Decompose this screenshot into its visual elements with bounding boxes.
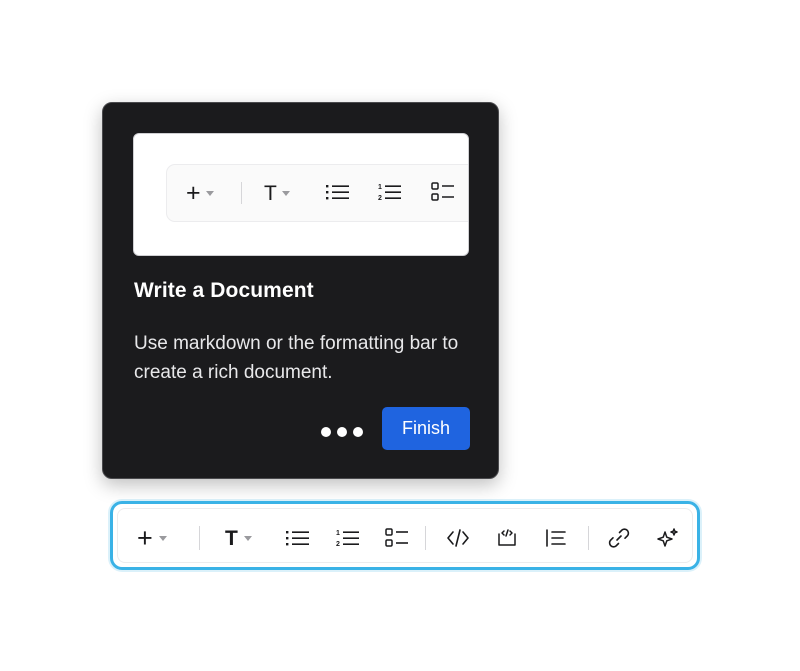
- chevron-down-icon: [158, 535, 167, 541]
- checklist-icon: [385, 528, 408, 547]
- code-block-button[interactable]: [495, 527, 519, 549]
- preview-divider: [241, 182, 242, 204]
- blockquote-icon: [546, 529, 566, 547]
- blockquote-button[interactable]: [544, 527, 568, 549]
- onboarding-tour-card: + T 12 Write a Document Use markdown or …: [102, 102, 499, 479]
- code-icon: [447, 529, 469, 547]
- insert-block-button[interactable]: +: [137, 523, 167, 553]
- toolbar-divider: [199, 526, 200, 550]
- toolbar-divider: [425, 526, 426, 550]
- link-button[interactable]: [606, 526, 632, 550]
- tour-title: Write a Document: [134, 279, 314, 302]
- svg-text:2: 2: [336, 541, 340, 548]
- dot-icon: [321, 427, 331, 437]
- preview-plus-icon: +: [186, 178, 214, 208]
- svg-text:1: 1: [378, 184, 382, 191]
- numbered-list-icon: 12: [336, 530, 359, 548]
- dot-icon: [337, 427, 347, 437]
- ai-sparkle-icon: [657, 528, 678, 547]
- code-block-icon: [498, 529, 516, 546]
- link-icon: [608, 528, 630, 548]
- preview-bulleted-list-icon: [326, 181, 350, 203]
- formatting-toolbar: + T 12: [110, 501, 700, 570]
- preview-checklist-icon: [431, 181, 455, 203]
- preview-numbered-list-icon: 12: [378, 181, 402, 203]
- numbered-list-button[interactable]: 12: [336, 527, 360, 549]
- toolbar-divider: [588, 526, 589, 550]
- plus-icon: +: [137, 522, 153, 553]
- checklist-button[interactable]: [385, 527, 409, 549]
- formatting-toolbar-inner: + T 12: [117, 508, 693, 563]
- text-style-button[interactable]: T: [225, 523, 252, 553]
- preview-text-type-icon: T: [264, 178, 290, 208]
- dot-icon: [353, 427, 363, 437]
- svg-text:1: 1: [336, 530, 340, 537]
- bulleted-list-icon: [286, 531, 309, 546]
- inline-code-button[interactable]: [446, 527, 470, 549]
- toolbar-preview-image: + T 12: [133, 133, 469, 256]
- chevron-down-icon: [243, 535, 252, 541]
- text-type-icon: T: [225, 526, 238, 550]
- preview-formatting-bar: + T 12: [166, 164, 468, 222]
- finish-button[interactable]: Finish: [382, 407, 470, 450]
- tour-description: Use markdown or the formatting bar to cr…: [134, 333, 459, 383]
- bulleted-list-button[interactable]: [286, 527, 310, 549]
- more-options-button[interactable]: [321, 424, 363, 440]
- ai-assist-button[interactable]: [656, 527, 680, 549]
- svg-text:2: 2: [378, 195, 382, 202]
